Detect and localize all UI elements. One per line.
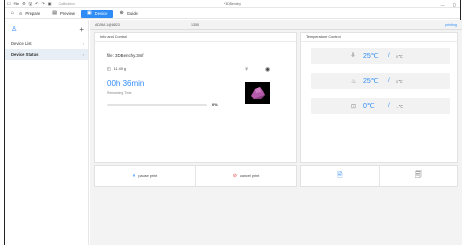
sidebar-item-device-status[interactable]: Device Status › (5, 49, 88, 60)
redo-icon[interactable]: ↷ (41, 1, 44, 6)
current-temp: 25℃ (363, 53, 379, 60)
chevron-right-icon: › (82, 41, 84, 46)
device-status: printing (445, 22, 457, 27)
tab-label: Device (94, 11, 108, 16)
printer-icon: ♙ (11, 26, 18, 33)
chevron-right-icon: › (82, 52, 84, 57)
preview-icon: ▤ (52, 10, 58, 16)
title-bar: ☐ File ⚙ 🖫 ↶ ↷ ▣ Calibration *3DBenchy —… (5, 0, 460, 8)
calibration-icon[interactable]: ▣ (48, 1, 52, 6)
cancel-print-button[interactable]: ⊘ cancel print (195, 166, 296, 186)
tab-prepare[interactable]: ⌂ ⊙ Prepare (5, 10, 46, 18)
save-icon[interactable]: 🖫 (29, 1, 32, 6)
device-type: 1355 (191, 22, 199, 27)
temp-separator: / (388, 103, 390, 109)
device-row[interactable]: AD5M-1@8823 1355 printing (90, 20, 462, 30)
progress-bar (107, 104, 207, 106)
bed-icon: ♨ (351, 78, 357, 85)
undo-icon[interactable]: ↶ (35, 1, 38, 6)
device-actions: 🗎 🗐 (300, 165, 458, 187)
chamber-icon: ⊡ (351, 103, 357, 110)
device-icon: ▣ (86, 10, 92, 16)
bed-temp-row[interactable]: ♨ 25℃ / 0℃ (311, 73, 450, 89)
target-temp: 0℃ (396, 53, 403, 59)
nozzle-icon: ⥥ (351, 52, 356, 59)
target-temp: 0℃ (396, 78, 403, 84)
pause-label: pause print (138, 174, 158, 178)
tab-preview[interactable]: ▤ Preview (46, 10, 81, 18)
print-actions: ⏸ pause print ⊘ cancel print (94, 165, 297, 187)
sidebar: ♙ + Device List › Device Status › (5, 20, 89, 245)
weight-icon: ◰ (107, 67, 111, 71)
export-button[interactable]: 🗐 (378, 166, 458, 186)
panel-heading: Info and Control (95, 33, 296, 42)
temp-separator: / (388, 78, 390, 84)
maximize-button[interactable]: ◻ (453, 2, 456, 7)
current-temp: 0℃ (363, 103, 375, 110)
chamber-temp-row[interactable]: ⊡ 0℃ / --℃ (311, 98, 450, 114)
device-main: AD5M-1@8823 1355 printing Info and Contr… (90, 20, 462, 245)
export-icon: 🗐 (414, 171, 422, 179)
benchy-model-icon (250, 87, 265, 99)
file-menu-icon[interactable]: ☐ (7, 1, 11, 6)
weight-row: ◰ 11.49 g (107, 66, 126, 72)
temperature-panel: Temperature Control ⥥ 25℃ / 0℃ ♨ 25℃ / 0… (300, 32, 458, 163)
home-icon: ⌂ (11, 10, 15, 16)
pause-icon: ⏸ (132, 173, 136, 179)
target-temp: --℃ (396, 103, 404, 109)
file-menu-label[interactable]: File (14, 2, 19, 6)
tab-guide[interactable]: ⊕ Guide (113, 10, 143, 18)
minimize-button[interactable]: — (441, 2, 445, 7)
device-id: AD5M-1@8823 (95, 22, 120, 27)
cancel-label: cancel print (239, 174, 260, 178)
nozzle-temp-row[interactable]: ⥥ 25℃ / 0℃ (311, 48, 450, 64)
pause-print-button[interactable]: ⏸ pause print (95, 166, 195, 186)
light-bulb-icon[interactable]: ♀ (244, 66, 249, 73)
stop-icon: ⊘ (232, 173, 237, 179)
time-remaining: 00h 36min (107, 79, 145, 88)
settings-icon[interactable]: ⚙ (22, 1, 26, 6)
remaining-label: Remaining Time (107, 91, 132, 95)
panel-heading: Temperature Control (301, 33, 457, 42)
tab-label: Preview (60, 11, 75, 16)
camera-icon[interactable]: ◉ (265, 66, 270, 73)
title-toolbar: ☐ File ⚙ 🖫 ↶ ↷ ▣ Calibration (7, 1, 75, 6)
document-icon: 🗎 (336, 171, 343, 179)
sidebar-item-device-list[interactable]: Device List › (5, 38, 88, 49)
sidebar-item-label: Device Status (11, 52, 39, 57)
add-device-button[interactable]: + (79, 25, 84, 34)
temp-separator: / (388, 53, 390, 59)
file-name: file: 3DBenchy.3mf (107, 53, 144, 58)
info-control-panel: Info and Control file: 3DBenchy.3mf ◰ 11… (94, 32, 297, 163)
prepare-icon: ⊙ (19, 11, 23, 16)
tab-label: Prepare (25, 11, 41, 16)
window-controls: — ◻ (441, 0, 456, 8)
progress-percent: 0% (212, 102, 218, 107)
sidebar-item-label: Device List (11, 41, 32, 46)
current-temp: 25℃ (363, 78, 379, 85)
tab-label: Guide (126, 11, 138, 16)
model-thumbnail (245, 82, 270, 104)
weight-value: 11.49 g (113, 66, 126, 71)
app-window: ☐ File ⚙ 🖫 ↶ ↷ ▣ Calibration *3DBenchy —… (4, 0, 462, 245)
main-tabs: ⌂ ⊙ Prepare ▤ Preview ▣ Device ⊕ Guide (5, 9, 460, 19)
guide-icon: ⊕ (119, 10, 124, 16)
sidebar-header: ♙ + (5, 20, 88, 38)
tab-device[interactable]: ▣ Device (80, 9, 114, 18)
document-button[interactable]: 🗎 (301, 166, 379, 186)
calibration-label[interactable]: Calibration (59, 2, 75, 6)
